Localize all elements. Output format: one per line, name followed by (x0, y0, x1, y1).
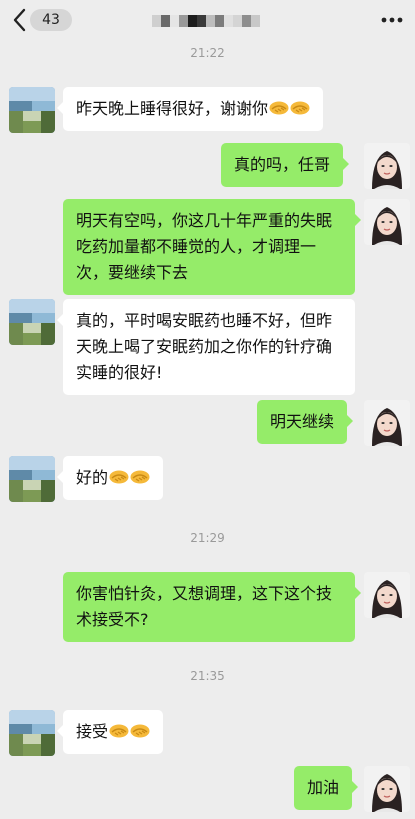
ellipsis-icon (381, 17, 403, 23)
message-text: 明天继续 (270, 412, 335, 431)
message-bubble-received[interactable]: 接受 (56, 710, 164, 754)
message-bubble-sent[interactable]: 明天继续 (257, 400, 354, 444)
timestamp: 21:22 (190, 46, 225, 60)
chevron-left-icon (13, 8, 26, 32)
message-bubble-sent[interactable]: 加油 (294, 766, 359, 810)
contact-avatar[interactable] (9, 710, 55, 756)
message-text: 接受 (76, 722, 109, 741)
handshake-icon (290, 100, 310, 116)
message-bubble-sent[interactable]: 你害怕针灸，又想调理，这下这个技术接受不? (63, 572, 361, 642)
unread-count-badge[interactable]: 43 (30, 9, 72, 31)
message-text: 昨天晚上睡得很好，谢谢你 (76, 99, 269, 118)
handshake-icon (269, 100, 289, 116)
chat-header: 43 (0, 0, 415, 40)
message-bubble-received[interactable]: 好的 (56, 456, 164, 500)
my-avatar[interactable] (364, 143, 410, 189)
message-text: 真的，平时喝安眠药也睡不好，但昨天晚上喝了安眠药加之你作的针疗确实睡的很好! (76, 311, 333, 382)
my-avatar[interactable] (364, 766, 410, 812)
my-avatar[interactable] (364, 572, 410, 618)
more-options-button[interactable] (379, 10, 405, 30)
handshake-icon (130, 469, 150, 485)
message-bubble-sent[interactable]: 明天有空吗，你这几十年严重的失眠吃药加量都不睡觉的人，才调理一次，要继续下去 (63, 199, 361, 295)
handshake-icon (109, 469, 129, 485)
message-bubble-received[interactable]: 真的，平时喝安眠药也睡不好，但昨天晚上喝了安眠药加之你作的针疗确实睡的很好! (57, 299, 355, 395)
contact-avatar[interactable] (9, 87, 55, 133)
my-avatar[interactable] (364, 400, 410, 446)
back-button[interactable] (8, 6, 32, 34)
message-bubble-received[interactable]: 昨天晚上睡得很好，谢谢你 (56, 87, 324, 131)
timestamp: 21:29 (190, 531, 225, 545)
handshake-icon (109, 723, 129, 739)
my-avatar[interactable] (364, 199, 410, 245)
handshake-icon (130, 723, 150, 739)
message-text: 明天有空吗，你这几十年严重的失眠吃药加量都不睡觉的人，才调理一次，要继续下去 (76, 211, 333, 282)
message-text: 好的 (76, 468, 109, 487)
message-text: 加油 (307, 778, 340, 797)
contact-avatar[interactable] (9, 299, 55, 345)
chat-title-mosaic (152, 15, 260, 27)
contact-avatar[interactable] (9, 456, 55, 502)
timestamp: 21:35 (190, 669, 225, 683)
message-bubble-sent[interactable]: 真的吗，任哥 (221, 143, 350, 187)
message-text: 你害怕针灸，又想调理，这下这个技术接受不? (76, 584, 333, 629)
message-text: 真的吗，任哥 (234, 155, 331, 174)
